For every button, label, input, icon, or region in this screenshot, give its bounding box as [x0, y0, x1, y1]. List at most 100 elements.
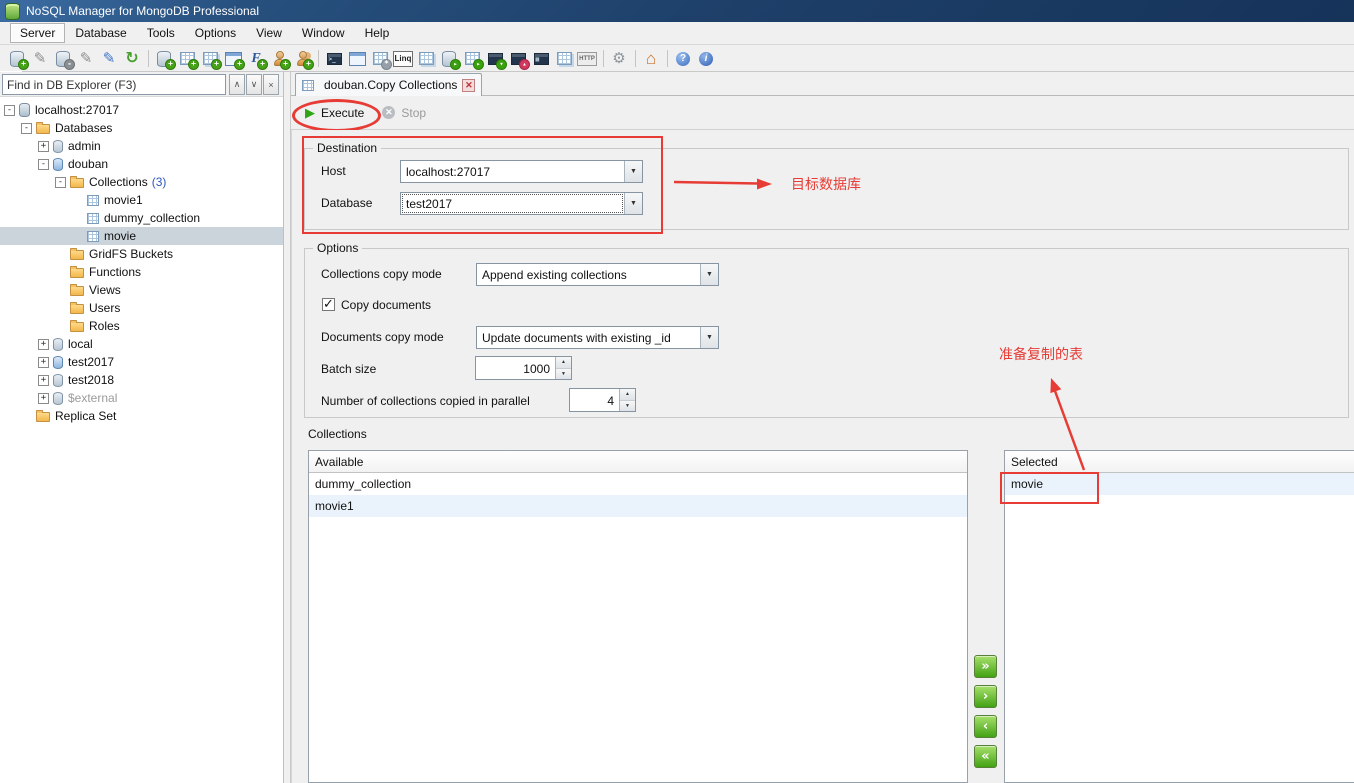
import-from-shell-icon[interactable]	[484, 48, 506, 70]
tab-close-icon[interactable]: ✕	[462, 79, 475, 92]
search-next-button[interactable]: ∨	[246, 74, 262, 95]
function-add-icon[interactable]: F	[245, 48, 267, 70]
export-database-icon[interactable]	[438, 48, 460, 70]
new-window-icon[interactable]	[346, 48, 368, 70]
tree-item[interactable]: movie	[0, 227, 283, 245]
panel-splitter[interactable]	[284, 72, 291, 783]
tree-item[interactable]: test2018	[0, 371, 283, 389]
selected-list-header: Selected	[1005, 451, 1354, 473]
move-all-left-button[interactable]: «	[974, 745, 997, 768]
settings-gear-icon[interactable]: ⚙	[608, 48, 630, 70]
stop-button[interactable]: ✕ Stop	[376, 102, 432, 124]
dropdown-arrow-icon[interactable]	[700, 327, 718, 348]
refresh-icon[interactable]: ↻	[121, 48, 143, 70]
move-left-button[interactable]: ‹	[974, 715, 997, 738]
documents-copy-mode-combobox[interactable]: Update documents with existing _id	[476, 326, 719, 349]
spin-up-icon[interactable]	[556, 357, 571, 369]
spin-up-icon[interactable]	[620, 389, 635, 401]
find-in-db-explorer-input[interactable]	[2, 74, 226, 95]
connect-icon[interactable]: ✎	[75, 48, 97, 70]
tree-expand-icon[interactable]	[38, 339, 49, 350]
tree-item[interactable]: $external	[0, 389, 283, 407]
http-icon[interactable]: HTTP	[576, 48, 598, 70]
host-combobox[interactable]: localhost:27017	[400, 160, 643, 183]
tree-expand-icon[interactable]	[55, 177, 66, 188]
tree-node-icon	[53, 374, 63, 387]
database-combobox[interactable]: test2017	[400, 192, 643, 215]
export-to-shell-icon[interactable]	[507, 48, 529, 70]
tree-expand-icon[interactable]	[38, 159, 49, 170]
tree-expand-icon[interactable]	[38, 393, 49, 404]
copy-icon[interactable]	[553, 48, 575, 70]
tree-item[interactable]: dummy_collection	[0, 209, 283, 227]
tree-expand-icon[interactable]	[21, 123, 32, 134]
tree-item[interactable]: test2017	[0, 353, 283, 371]
menu-item[interactable]: Options	[185, 23, 246, 43]
menu-item[interactable]: Tools	[137, 23, 185, 43]
selected-list-item[interactable]: movie	[1005, 473, 1354, 495]
stop-icon: ✕	[382, 106, 395, 119]
tree-item[interactable]: local	[0, 335, 283, 353]
tree-item[interactable]: admin	[0, 137, 283, 155]
dropdown-arrow-icon[interactable]	[624, 161, 642, 182]
tree-item[interactable]: Functions	[0, 263, 283, 281]
disconnect-icon[interactable]: ✎	[98, 48, 120, 70]
connection-remove-icon[interactable]	[52, 48, 74, 70]
tree-item[interactable]: Replica Set	[0, 407, 283, 425]
copy-documents-checkbox[interactable]	[322, 298, 335, 311]
move-all-right-button[interactable]: »	[974, 655, 997, 678]
menu-item[interactable]: View	[246, 23, 292, 43]
tree-item[interactable]: Collections (3)	[0, 173, 283, 191]
tree-item[interactable]: Roles	[0, 317, 283, 335]
database-add-icon[interactable]	[153, 48, 175, 70]
batch-size-stepper[interactable]: 1000	[475, 356, 572, 380]
menu-item[interactable]: Database	[65, 23, 136, 43]
collection-settings-icon[interactable]	[369, 48, 391, 70]
shell-console-icon[interactable]: >_	[323, 48, 345, 70]
spin-down-icon[interactable]	[620, 401, 635, 412]
shell-grid-icon[interactable]: ▦	[530, 48, 552, 70]
about-icon[interactable]: i	[695, 48, 717, 70]
role-add-icon[interactable]	[291, 48, 313, 70]
parallel-copies-stepper[interactable]: 4	[569, 388, 636, 412]
menu-item[interactable]: Window	[292, 23, 355, 43]
tree-item[interactable]: Users	[0, 299, 283, 317]
user-add-icon[interactable]	[268, 48, 290, 70]
copy-collection-icon[interactable]	[415, 48, 437, 70]
export-document-icon[interactable]	[461, 48, 483, 70]
spin-down-icon[interactable]	[556, 369, 571, 380]
copy-documents-label: Copy documents	[341, 298, 431, 312]
tree-expand-icon[interactable]	[38, 357, 49, 368]
execute-button[interactable]: ▶ Execute	[299, 101, 370, 125]
menu-item[interactable]: Help	[355, 23, 400, 43]
dropdown-arrow-icon[interactable]	[624, 193, 642, 214]
menu-item[interactable]: Server	[10, 23, 65, 43]
search-previous-button[interactable]: ∧	[229, 74, 245, 95]
linq-query-icon[interactable]: Linq	[392, 48, 414, 70]
tree-expand-icon[interactable]	[4, 105, 15, 116]
available-list-item[interactable]: movie1	[309, 495, 967, 517]
tree-expand-icon[interactable]	[38, 375, 49, 386]
gridfs-bucket-add-icon[interactable]	[199, 48, 221, 70]
tree-item[interactable]: Databases	[0, 119, 283, 137]
search-close-button[interactable]: ×	[263, 74, 279, 95]
view-add-icon[interactable]	[222, 48, 244, 70]
tree-item[interactable]: localhost:27017	[0, 101, 283, 119]
home-icon[interactable]: ⌂	[640, 48, 662, 70]
available-list-item[interactable]: dummy_collection	[309, 473, 967, 495]
tree-item[interactable]: movie1	[0, 191, 283, 209]
connection-edit-icon[interactable]: ✎	[29, 48, 51, 70]
collection-add-icon[interactable]	[176, 48, 198, 70]
dropdown-arrow-icon[interactable]	[700, 264, 718, 285]
app-icon	[5, 3, 20, 20]
tree-item[interactable]: GridFS Buckets	[0, 245, 283, 263]
tree-item[interactable]: douban	[0, 155, 283, 173]
collections-copy-mode-combobox[interactable]: Append existing collections	[476, 263, 719, 286]
tab-copy-collections[interactable]: douban.Copy Collections ✕	[295, 73, 482, 96]
window-title: NoSQL Manager for MongoDB Professional	[26, 4, 259, 18]
connection-add-icon[interactable]	[6, 48, 28, 70]
tree-item[interactable]: Views	[0, 281, 283, 299]
tree-expand-icon[interactable]	[38, 141, 49, 152]
help-icon[interactable]: ?	[672, 48, 694, 70]
move-right-button[interactable]: ›	[974, 685, 997, 708]
